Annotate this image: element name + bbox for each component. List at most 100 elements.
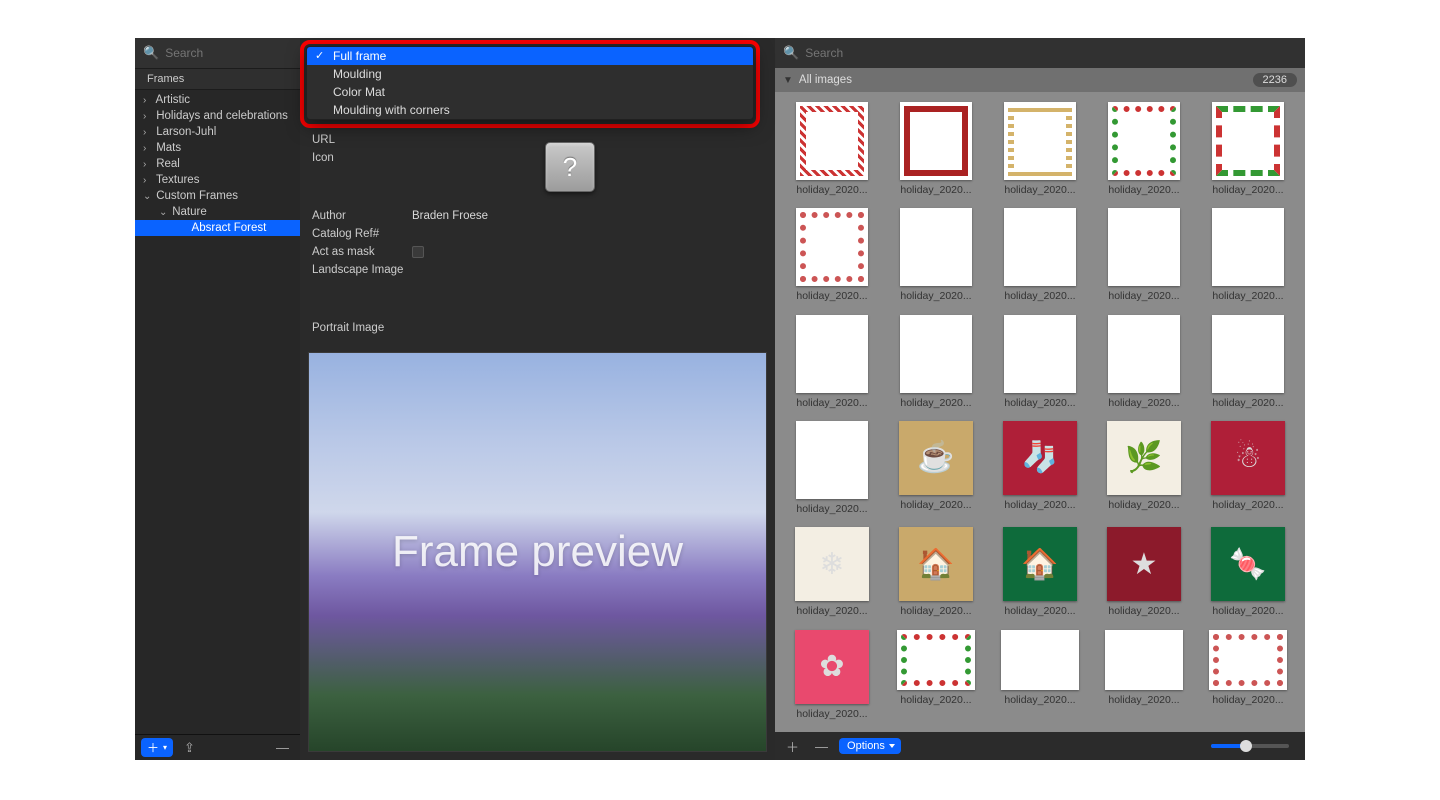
thumbnail[interactable]: ☕ holiday_2020... [893,421,979,517]
right-search[interactable]: 🔍 [775,38,1305,68]
disclosure-icon: ⌄ [143,191,153,202]
tree-item[interactable]: ⌄ Nature [135,204,300,220]
thumbnail-image [796,102,868,180]
tree-item[interactable]: Absract Forest [135,220,300,236]
thumbnail[interactable]: holiday_2020... [1101,208,1187,304]
thumbnail[interactable]: holiday_2020... [997,315,1083,411]
thumbnail[interactable]: holiday_2020... [1101,102,1187,198]
sidebar: 🔍 Frames › Artistic› Holidays and celebr… [135,38,300,760]
thumbnail-label: holiday_2020... [900,694,971,706]
tree-item[interactable]: › Mats [135,140,300,156]
thumbnail[interactable]: holiday_2020... [893,315,979,411]
thumbnail[interactable]: 🏠holiday_2020... [997,527,1083,619]
thumbnail[interactable]: holiday_2020... [1205,630,1291,722]
thumbnail[interactable]: holiday_2020... [997,630,1083,722]
thumbnail[interactable]: holiday_2020... [1205,102,1291,198]
thumbnail[interactable]: ★holiday_2020... [1101,527,1187,619]
thumbnail[interactable]: holiday_2020... [893,630,979,722]
dropdown-option[interactable]: Moulding with corners [307,101,753,119]
icon-preview[interactable]: ? [545,142,595,192]
thumbnail[interactable]: ☃holiday_2020... [1205,421,1291,517]
image-grid[interactable]: holiday_2020...holiday_2020...holiday_20… [775,92,1305,732]
slider-knob[interactable] [1240,740,1252,752]
disclosure-icon: › [143,159,153,170]
disclosure-icon: › [143,175,153,186]
disclosure-icon: ▼ [783,75,793,86]
author-value: Braden Froese [412,210,488,222]
mask-checkbox[interactable] [412,246,424,258]
image-count-badge: 2236 [1253,73,1297,87]
thumbnail[interactable]: holiday_2020... [1205,208,1291,304]
thumbnail[interactable]: holiday_2020... [997,102,1083,198]
disclosure-icon: › [143,143,153,154]
thumbnail[interactable]: holiday_2020... [997,208,1083,304]
tree-item[interactable]: › Holidays and celebrations [135,108,300,124]
thumbnail-label: holiday_2020... [1004,499,1075,511]
thumbnail-image [796,421,868,499]
thumbnail-image [1108,315,1180,393]
search-icon: 🔍 [783,45,799,61]
dropdown-option[interactable]: Moulding [307,65,753,83]
thumbnail-image [1209,630,1287,690]
tree-item[interactable]: › Artistic [135,92,300,108]
remove-button[interactable]: — [271,738,294,757]
thumbnail[interactable]: holiday_2020... [789,102,875,198]
share-icon[interactable]: ⇪ [179,738,200,758]
thumbnail-label: holiday_2020... [900,499,971,511]
thumbnail[interactable]: 🏠holiday_2020... [893,527,979,619]
thumbnail-image [796,208,868,286]
thumbnail[interactable]: holiday_2020... [1205,315,1291,411]
app-window: 🔍 Frames › Artistic› Holidays and celebr… [135,38,1305,760]
thumbnail[interactable]: holiday_2020... [893,208,979,304]
thumbnail-label: holiday_2020... [1212,499,1283,511]
right-header[interactable]: ▼ All images 2236 [775,68,1305,92]
search-icon: 🔍 [143,45,159,61]
zoom-slider[interactable] [1211,744,1289,748]
type-dropdown[interactable]: Full frameMouldingColor MatMoulding with… [306,46,754,120]
thumbnail-label: holiday_2020... [1212,290,1283,302]
thumbnail-label: holiday_2020... [1108,694,1179,706]
thumbnail[interactable]: holiday_2020... [1101,630,1187,722]
options-button[interactable]: Options [839,738,901,754]
author-label: Author [312,210,412,222]
thumbnail[interactable]: ✿holiday_2020... [789,630,875,722]
thumbnail[interactable]: holiday_2020... [893,102,979,198]
thumbnail-label: holiday_2020... [1212,694,1283,706]
tree-item[interactable]: › Real [135,156,300,172]
thumbnail[interactable]: 🌿holiday_2020... [1101,421,1187,517]
thumbnail-image: 🏠 [899,527,973,601]
thumbnail-label: holiday_2020... [900,184,971,196]
add-button[interactable]: ＋ ▾ [141,738,173,757]
tree-item[interactable]: › Textures [135,172,300,188]
thumbnail-label: holiday_2020... [796,184,867,196]
dropdown-option[interactable]: Color Mat [307,83,753,101]
tree-item[interactable]: ⌄ Custom Frames [135,188,300,204]
thumbnail-image [1004,102,1076,180]
thumbnail-image: 🌿 [1107,421,1181,495]
remove-image-button[interactable]: — [810,737,833,756]
thumbnail[interactable]: 🍬holiday_2020... [1205,527,1291,619]
thumbnail[interactable]: holiday_2020... [1101,315,1187,411]
disclosure-icon: › [143,111,153,122]
thumbnail[interactable]: holiday_2020... [789,421,875,517]
thumbnail[interactable]: holiday_2020... [789,208,875,304]
sidebar-search-input[interactable] [165,46,292,60]
thumbnail-label: holiday_2020... [796,708,867,720]
thumbnail[interactable]: ❄holiday_2020... [789,527,875,619]
thumbnail-label: holiday_2020... [1212,605,1283,617]
right-search-input[interactable] [805,46,1297,60]
tree-item[interactable]: › Larson-Juhl [135,124,300,140]
thumbnail[interactable]: 🧦holiday_2020... [997,421,1083,517]
dropdown-option[interactable]: Full frame [307,47,753,65]
thumbnail-label: holiday_2020... [796,290,867,302]
thumbnail[interactable]: holiday_2020... [789,315,875,411]
disclosure-icon: ⌄ [159,207,169,218]
sidebar-search[interactable]: 🔍 [135,38,300,68]
thumbnail-image: ☕ [899,421,973,495]
add-image-button[interactable]: ＋ [781,735,804,758]
thumbnail-label: holiday_2020... [1004,605,1075,617]
thumbnail-image [1212,208,1284,286]
thumbnail-image [900,208,972,286]
thumbnail-image [1004,315,1076,393]
sidebar-tree: › Artistic› Holidays and celebrations› L… [135,90,300,734]
